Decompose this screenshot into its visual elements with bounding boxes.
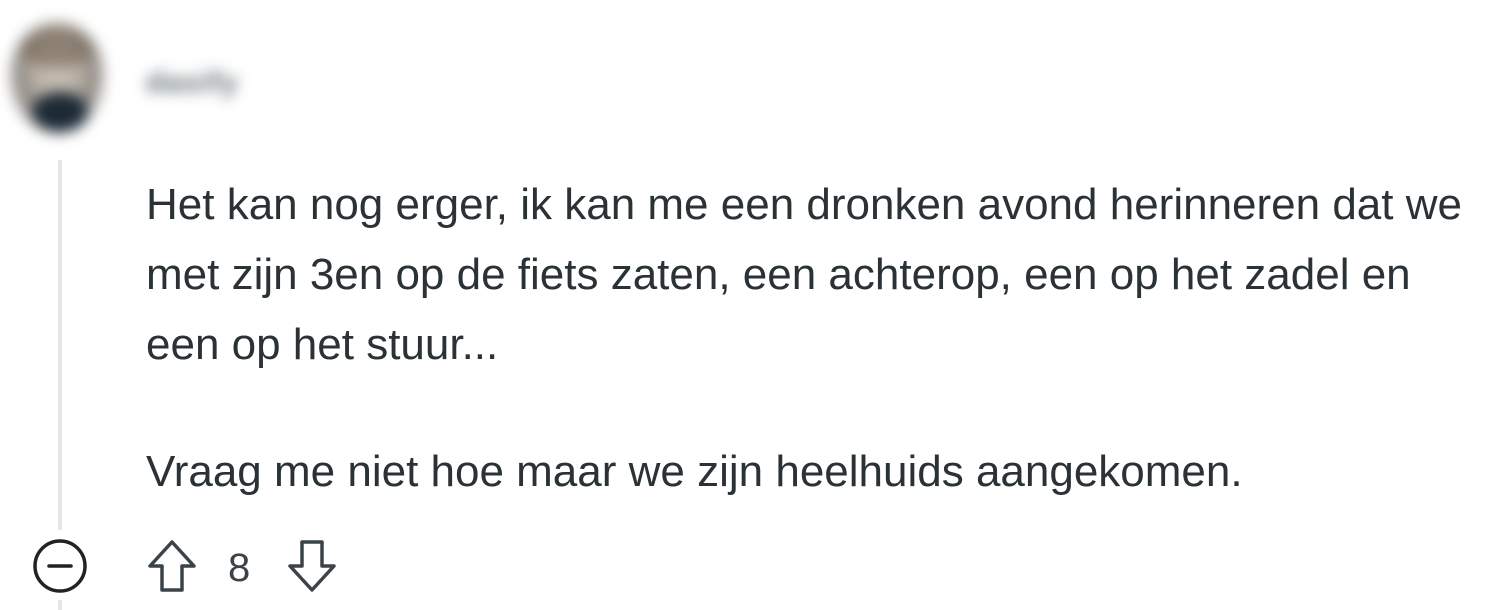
comment-actions: 8 [0, 536, 400, 600]
thread-line[interactable] [58, 160, 62, 530]
avatar-hair [20, 28, 94, 68]
comment-body: Het kan nog erger, ik kan me een dronken… [146, 170, 1496, 507]
comment-paragraph: Het kan nog erger, ik kan me een dronken… [146, 180, 1462, 369]
arrow-up-icon [148, 540, 196, 592]
comment-paragraph: Vraag me niet hoe maar we zijn heelhuids… [146, 447, 1243, 496]
collapse-button[interactable] [32, 538, 88, 594]
minus-circle-icon [33, 539, 87, 593]
vote-score: 8 [228, 546, 251, 590]
avatar-beard [32, 92, 88, 132]
thread-line-continuation[interactable] [58, 600, 62, 610]
username[interactable]: dasify [146, 66, 239, 100]
downvote-button[interactable] [286, 538, 338, 594]
avatar[interactable] [10, 22, 104, 134]
arrow-down-icon [288, 540, 336, 592]
upvote-button[interactable] [146, 538, 198, 594]
